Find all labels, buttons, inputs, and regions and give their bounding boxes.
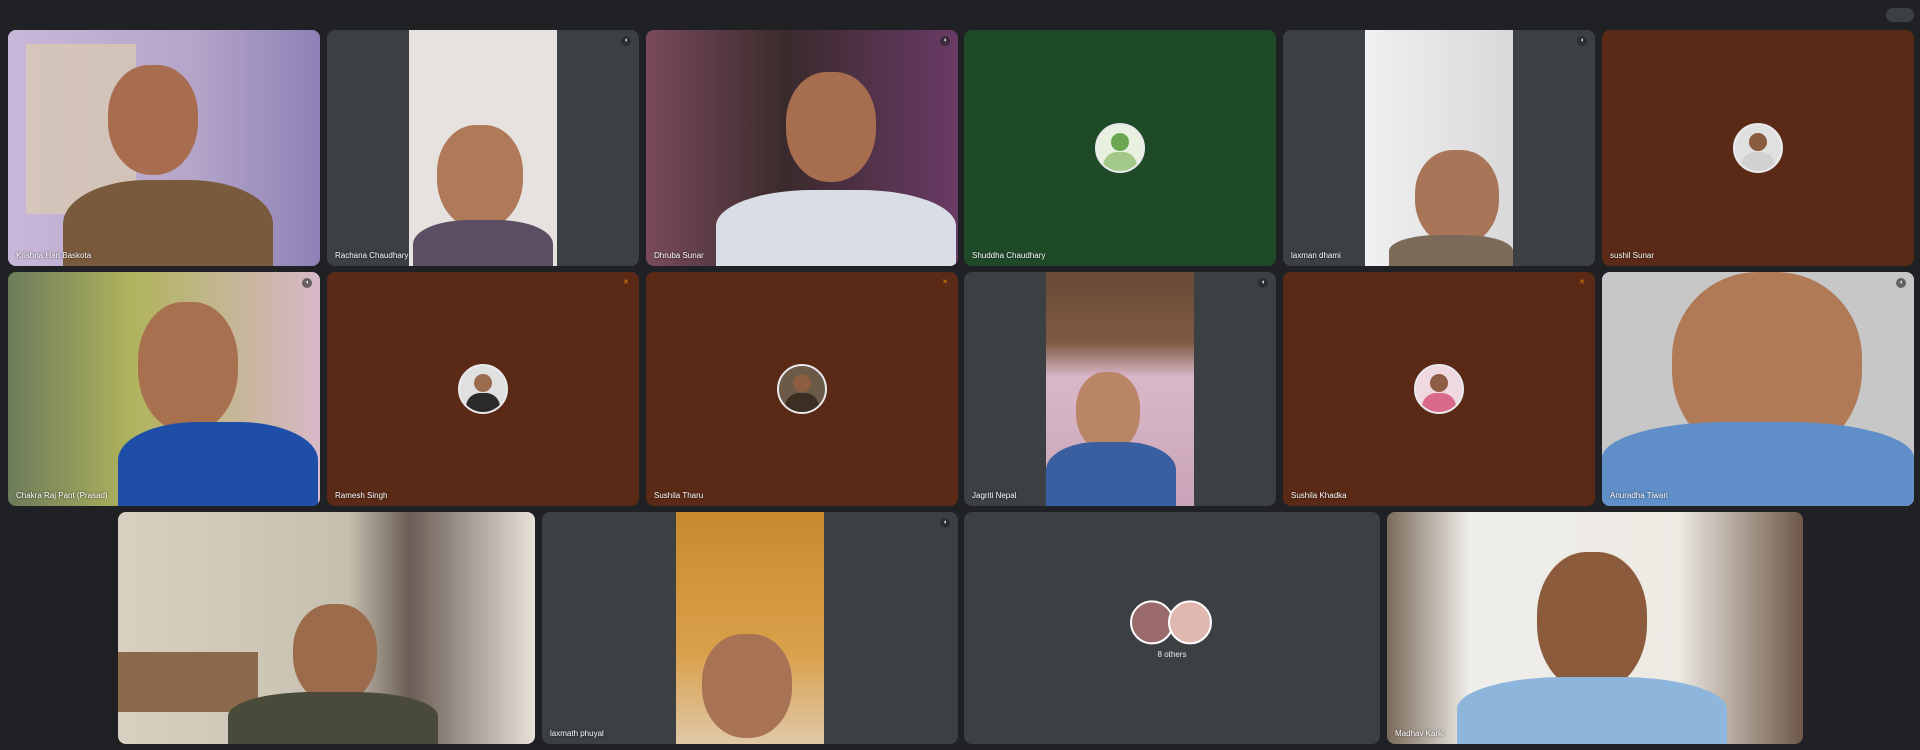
participant-video — [8, 272, 320, 506]
mic-icon: ◖ — [940, 518, 950, 528]
mic-icon: ◖ — [940, 36, 950, 46]
mic-icon: ◖ — [1258, 278, 1268, 288]
participant-tile[interactable]: ✕ Sushila Tharu — [646, 272, 958, 506]
others-avatars — [1130, 600, 1214, 646]
mic-icon: ◖ — [1896, 278, 1906, 288]
others-label: 8 others — [1157, 650, 1187, 659]
participant-video — [676, 512, 824, 744]
participant-tile[interactable]: ◖ laxmath phuyal — [542, 512, 958, 744]
mic-icon: ◖ — [302, 278, 312, 288]
mic-off-icon: ✕ — [942, 279, 948, 286]
avatar — [1733, 123, 1783, 173]
participant-name: Rachana Chaudhary — [335, 251, 409, 260]
participant-video — [646, 30, 958, 266]
participant-name: Krishna Hari Baskota — [16, 251, 92, 260]
participant-name: Chakra Raj Pant (Prasad) — [16, 491, 108, 500]
mic-off-icon: ✕ — [1579, 279, 1585, 286]
participant-name: Shuddha Chaudhary — [972, 251, 1046, 260]
avatar — [458, 364, 508, 414]
participant-tile[interactable]: ✕ Ramesh Singh — [327, 272, 639, 506]
participant-tile[interactable] — [118, 512, 535, 744]
mic-icon: ◖ — [621, 36, 631, 46]
participant-tile[interactable]: ◖ Anuradha Tiwari — [1602, 272, 1914, 506]
participant-video — [1602, 272, 1914, 506]
avatar — [1414, 364, 1464, 414]
participant-tile[interactable]: ✕ Sushila Khadka — [1283, 272, 1595, 506]
participant-tile[interactable]: sushil Sunar — [1602, 30, 1914, 266]
avatar — [1095, 123, 1145, 173]
participant-video — [8, 30, 320, 266]
participant-video — [1365, 30, 1513, 266]
participant-tile[interactable]: Krishna Hari Baskota — [8, 30, 320, 266]
participant-video — [1387, 512, 1803, 744]
participant-name: Jagriti Nepal — [972, 491, 1017, 500]
participant-tile[interactable]: ◖ Chakra Raj Pant (Prasad) — [8, 272, 320, 506]
participant-tile[interactable]: Shuddha Chaudhary — [964, 30, 1276, 266]
participant-name: laxman dhami — [1291, 251, 1341, 260]
participant-name: Anuradha Tiwari — [1610, 491, 1668, 500]
participant-video — [118, 512, 535, 744]
participant-name: Madhav Karki — [1395, 729, 1444, 738]
participant-name: Ramesh Singh — [335, 491, 388, 500]
participant-name: Dhruba Sunar — [654, 251, 704, 260]
participant-name: Sushila Khadka — [1291, 491, 1347, 500]
participant-name: laxmath phuyal — [550, 729, 604, 738]
mic-off-icon: ✕ — [623, 279, 629, 286]
participant-tile[interactable]: ◖ Jagriti Nepal — [964, 272, 1276, 506]
others-tile[interactable]: 8 others — [964, 512, 1380, 744]
participant-tile[interactable]: ◖ laxman dhami — [1283, 30, 1595, 266]
participant-name: Sushila Tharu — [654, 491, 704, 500]
mic-icon: ◖ — [1577, 36, 1587, 46]
top-right-toggle[interactable] — [1886, 8, 1914, 22]
participant-video — [409, 30, 557, 266]
avatar — [777, 364, 827, 414]
participant-name: sushil Sunar — [1610, 251, 1655, 260]
participant-video — [1046, 272, 1194, 506]
participant-tile[interactable]: ◖ Dhruba Sunar — [646, 30, 958, 266]
participant-tile[interactable]: Madhav Karki — [1387, 512, 1803, 744]
participant-tile[interactable]: ◖ Rachana Chaudhary — [327, 30, 639, 266]
